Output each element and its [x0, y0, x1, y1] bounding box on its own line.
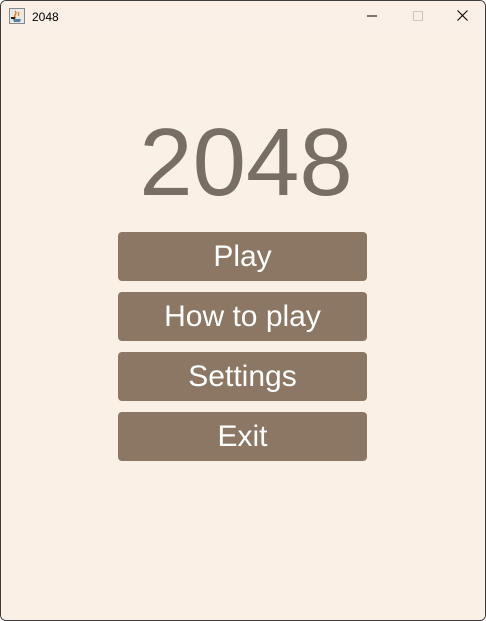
minimize-icon: [367, 8, 377, 26]
settings-button[interactable]: Settings: [118, 352, 367, 401]
main-menu-panel: 2048 Play How to play Settings Exit: [1, 32, 485, 620]
game-title: 2048: [139, 109, 353, 216]
window-title: 2048: [32, 10, 59, 24]
maximize-icon: [413, 8, 423, 26]
close-button[interactable]: [439, 1, 485, 32]
play-button[interactable]: Play: [118, 232, 367, 281]
how-to-play-button[interactable]: How to play: [118, 292, 367, 341]
title-bar[interactable]: 2048: [1, 1, 485, 32]
exit-button[interactable]: Exit: [118, 412, 367, 461]
maximize-button[interactable]: [395, 1, 441, 32]
java-cup-icon: [9, 8, 25, 24]
minimize-button[interactable]: [349, 1, 395, 32]
app-window: 2048 2048 Play How to play Settings Exit: [0, 0, 486, 621]
close-icon: [456, 8, 468, 26]
